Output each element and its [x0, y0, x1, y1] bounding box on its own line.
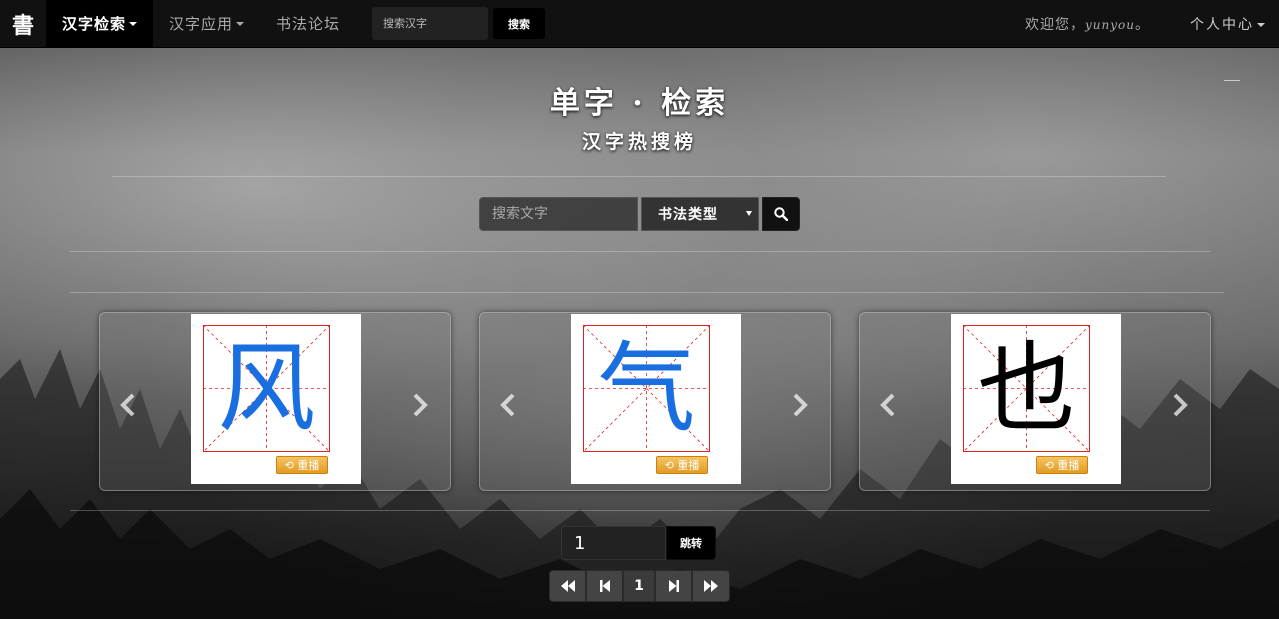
pagination: 1	[549, 570, 730, 602]
page-title: 单字 · 检索	[549, 86, 730, 121]
fast-forward-icon	[704, 580, 718, 592]
calligraphy-type-select[interactable]: 书法类型	[641, 197, 759, 231]
nav-search-input[interactable]	[372, 7, 489, 40]
step-backward-icon	[599, 580, 610, 592]
username: yunyou	[1085, 17, 1135, 32]
nav-item-forum[interactable]: 书法论坛	[260, 0, 356, 48]
replay-label: 重播	[1057, 459, 1080, 472]
page-number-current[interactable]: 1	[623, 570, 655, 602]
select-value: 书法类型	[658, 207, 718, 223]
char-glyph: 气	[597, 331, 696, 446]
replay-label: 重播	[297, 459, 320, 472]
fast-backward-icon	[560, 580, 575, 592]
char-glyph: 风	[217, 331, 316, 446]
nav-item-label: 汉字检索	[62, 15, 127, 33]
char-search-form: 书法类型	[479, 197, 800, 231]
replay-icon: ⟲	[1044, 458, 1058, 472]
caret-down-icon	[236, 21, 245, 26]
jump-button[interactable]: 跳转	[666, 526, 716, 560]
char-card: 风 ⟲ 重播	[99, 312, 451, 491]
divider	[112, 176, 1166, 177]
nav-item-char-apps[interactable]: 汉字应用	[153, 0, 260, 48]
char-card: 也 ⟲ 重播	[859, 312, 1211, 491]
nav-item-label: 汉字应用	[169, 15, 234, 33]
caret-down-icon	[1257, 22, 1265, 27]
top-navbar: 書 汉字检索 汉字应用 书法论坛 搜索 欢迎您，yunyou。 个人中心	[0, 0, 1279, 48]
chevron-right-icon[interactable]	[1170, 393, 1190, 417]
replay-button[interactable]: ⟲ 重播	[656, 456, 708, 474]
fast-forward-button[interactable]	[692, 570, 730, 602]
user-center-menu[interactable]: 个人中心	[1190, 14, 1265, 34]
next-page-button[interactable]	[655, 570, 692, 602]
replay-icon: ⟲	[664, 458, 678, 472]
prev-page-button[interactable]	[586, 570, 623, 602]
nav-item-label: 书法论坛	[276, 15, 341, 33]
divider	[1224, 80, 1240, 81]
chevron-left-icon[interactable]	[498, 393, 518, 417]
chevron-left-icon[interactable]	[878, 393, 898, 417]
welcome-text: 欢迎您，yunyou。	[1025, 14, 1150, 34]
brand-logo[interactable]: 書	[0, 0, 46, 48]
divider	[70, 251, 1210, 252]
char-display: 风 ⟲ 重播	[191, 314, 361, 484]
user-center-label: 个人中心	[1190, 16, 1254, 33]
step-forward-icon	[668, 580, 679, 592]
page-jump: 跳转	[561, 526, 716, 560]
char-search-input[interactable]	[479, 197, 638, 231]
page-subtitle: 汉字热搜榜	[581, 131, 697, 153]
char-display: 也 ⟲ 重播	[951, 314, 1121, 484]
replay-button[interactable]: ⟲ 重播	[276, 456, 328, 474]
welcome-suffix: 。	[1135, 16, 1150, 33]
nav-right: 欢迎您，yunyou。 个人中心	[1025, 14, 1279, 34]
nav-search-button[interactable]: 搜索	[493, 8, 546, 39]
chevron-left-icon[interactable]	[118, 393, 138, 417]
char-card: 气 ⟲ 重播	[479, 312, 831, 491]
replay-button[interactable]: ⟲ 重播	[1036, 456, 1088, 474]
replay-icon: ⟲	[284, 458, 298, 472]
search-icon	[774, 207, 788, 221]
nav-item-char-search[interactable]: 汉字检索	[46, 0, 154, 48]
char-display: 气 ⟲ 重播	[571, 314, 741, 484]
chevron-right-icon[interactable]	[790, 393, 810, 417]
caret-down-icon	[129, 21, 138, 26]
search-button[interactable]	[762, 197, 800, 231]
divider	[70, 292, 1224, 293]
page-number-input[interactable]	[561, 526, 666, 560]
dropdown-arrow-icon	[746, 211, 752, 216]
divider	[70, 510, 1210, 511]
welcome-prefix: 欢迎您，	[1025, 16, 1086, 33]
char-glyph: 也	[977, 331, 1076, 446]
replay-label: 重播	[677, 459, 700, 472]
chevron-right-icon[interactable]	[410, 393, 430, 417]
fast-backward-button[interactable]	[549, 570, 586, 602]
